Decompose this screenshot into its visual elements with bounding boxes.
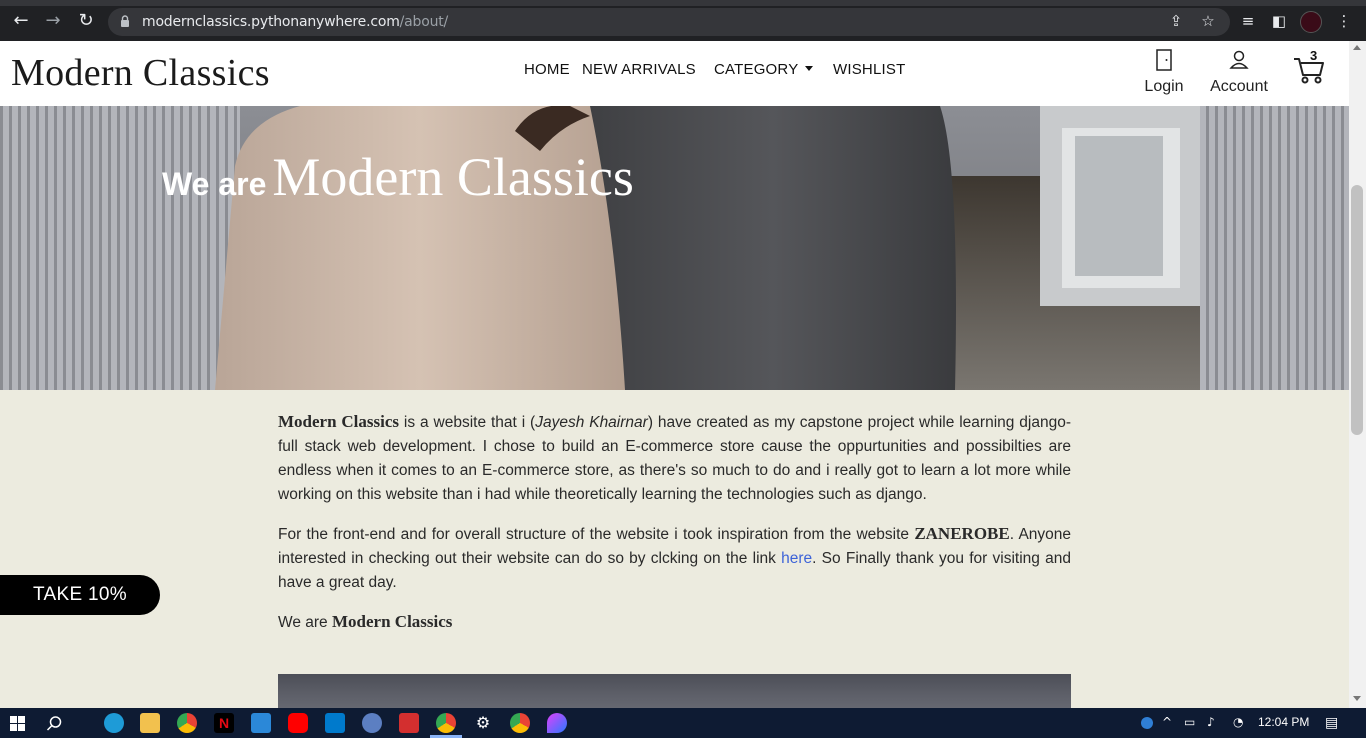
notifications-icon[interactable]: ▤: [1325, 715, 1338, 731]
lock-icon: [121, 15, 129, 27]
vscode-icon[interactable]: [325, 713, 345, 733]
edge-icon[interactable]: [104, 713, 124, 733]
chevron-up-icon[interactable]: ^: [1162, 715, 1172, 729]
scrollbar-thumb[interactable]: [1351, 185, 1363, 435]
netflix-icon[interactable]: N: [214, 713, 234, 733]
cart-count-badge: 3: [1310, 48, 1318, 63]
side-panel-icon[interactable]: ◧: [1269, 11, 1289, 31]
site-logo[interactable]: Modern Classics: [11, 51, 270, 95]
tab-strip: [0, 0, 1366, 6]
menu-dots-icon[interactable]: ⋮: [1334, 11, 1354, 31]
account-label: Account: [1210, 78, 1268, 95]
about-paragraph-1: Modern Classics is a website that i (Jay…: [278, 412, 1071, 503]
nav-category-label: CATEGORY: [714, 61, 799, 78]
database-app-icon[interactable]: [362, 713, 382, 733]
about-image: [278, 674, 1071, 708]
windows-taskbar: N ⚙ ^ ▭ ♪ ◔ 12:04 PM ▤: [0, 708, 1366, 738]
about-paragraph-3: We are Modern Classics: [278, 612, 453, 631]
site-header: Modern Classics HOME NEW ARRIVALS CATEGO…: [0, 41, 1349, 106]
scroll-up-icon[interactable]: [1353, 45, 1361, 50]
door-icon: [1156, 49, 1172, 71]
nav-home[interactable]: HOME: [524, 61, 570, 78]
battery-icon[interactable]: ▭: [1184, 715, 1195, 729]
forward-arrow-icon[interactable]: →: [42, 10, 64, 32]
settings-gear-icon[interactable]: ⚙: [473, 713, 493, 733]
calculator-icon[interactable]: [251, 713, 271, 733]
drop-app-icon[interactable]: [547, 713, 567, 733]
about-content: Modern Classics is a website that i (Jay…: [278, 410, 1071, 650]
share-icon[interactable]: ⇪: [1166, 11, 1186, 31]
hero-prefix: We are: [162, 166, 267, 202]
url-text: modernclassics.pythonanywhere.com/about/: [142, 14, 449, 30]
acrobat-icon[interactable]: [399, 713, 419, 733]
youtube-icon[interactable]: [288, 713, 308, 733]
clock[interactable]: 12:04 PM: [1258, 715, 1309, 729]
page-scrollbar[interactable]: [1349, 41, 1366, 708]
about-paragraph-2: For the front-end and for overall struct…: [278, 524, 1072, 591]
chrome-icon[interactable]: [177, 713, 197, 733]
hero-title: We are Modern Classics: [162, 146, 634, 208]
reload-icon[interactable]: ↻: [75, 10, 97, 32]
address-bar[interactable]: modernclassics.pythonanywhere.com/about/: [108, 8, 1230, 36]
hero-brand: Modern Classics: [272, 147, 634, 207]
media-queue-icon[interactable]: ≡: [1238, 11, 1258, 31]
zanerobe-link[interactable]: here: [781, 550, 812, 567]
hero-banner: We are Modern Classics: [0, 106, 1349, 390]
take-10-button[interactable]: TAKE 10%: [0, 575, 160, 615]
search-icon[interactable]: [46, 715, 63, 732]
chrome-profile-icon[interactable]: [510, 713, 530, 733]
star-icon[interactable]: ☆: [1198, 11, 1218, 31]
windows-start-icon[interactable]: [10, 716, 25, 731]
chrome-active-icon[interactable]: [436, 713, 456, 733]
scroll-down-icon[interactable]: [1353, 696, 1361, 701]
back-arrow-icon[interactable]: ←: [10, 10, 32, 32]
nav-category[interactable]: CATEGORY: [714, 61, 814, 78]
profile-avatar[interactable]: [1300, 11, 1322, 33]
volume-icon[interactable]: ♪: [1207, 715, 1215, 729]
tray-app-icon[interactable]: [1141, 717, 1153, 729]
login-label: Login: [1144, 78, 1184, 95]
user-icon: [1229, 50, 1249, 69]
file-explorer-icon[interactable]: [140, 713, 160, 733]
nav-new-arrivals[interactable]: NEW ARRIVALS: [582, 61, 696, 78]
account-button[interactable]: Account: [1208, 49, 1270, 96]
nav-wishlist[interactable]: WISHLIST: [833, 61, 905, 78]
browser-toolbar: ← → ↻ modernclassics.pythonanywhere.com/…: [0, 0, 1366, 41]
wifi-icon[interactable]: ◔: [1233, 715, 1243, 729]
caret-down-icon: [805, 66, 814, 71]
login-button[interactable]: Login: [1142, 49, 1186, 96]
